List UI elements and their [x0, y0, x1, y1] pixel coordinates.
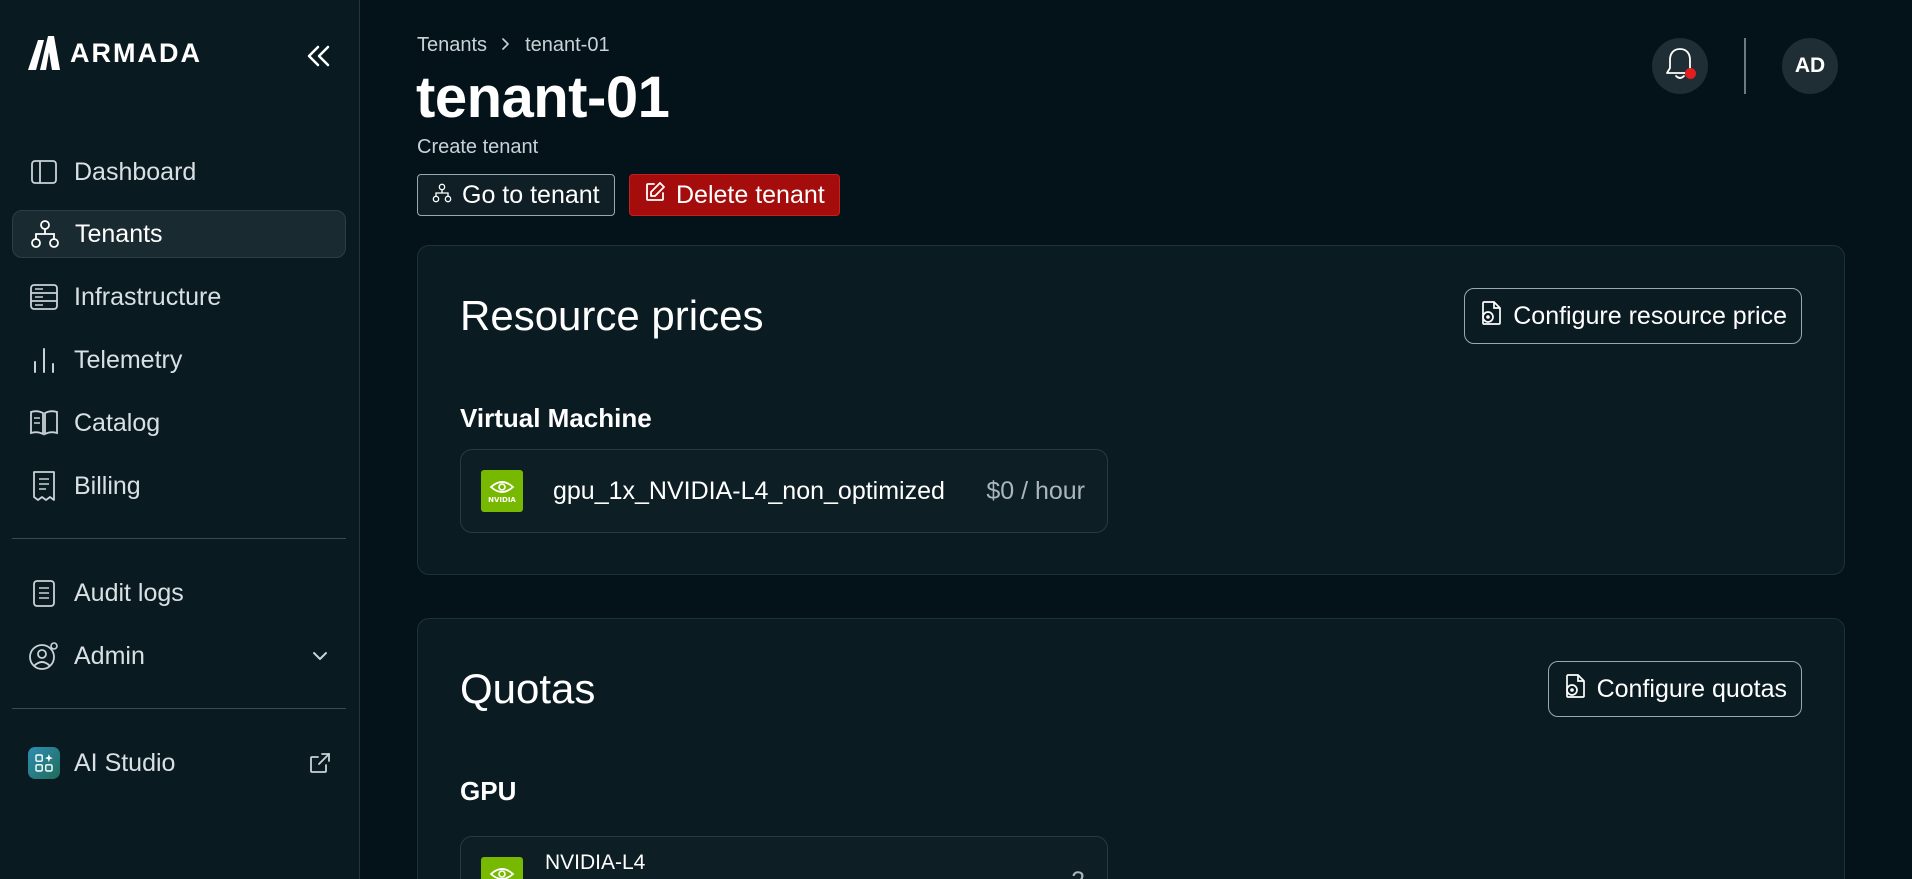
notification-badge: [1685, 68, 1696, 79]
sidebar-item-audit-logs[interactable]: Audit logs: [12, 569, 346, 617]
virtual-machine-heading: Virtual Machine: [460, 403, 652, 433]
catalog-icon: [28, 407, 60, 439]
breadcrumb-link-tenants[interactable]: Tenants: [417, 34, 487, 57]
brand-logo[interactable]: ARMADA: [26, 34, 202, 72]
sidebar-item-label: Infrastructure: [74, 282, 222, 311]
resource-price: $0 / hour: [986, 477, 1085, 505]
page-subtitle: Create tenant: [417, 136, 539, 158]
gpu-heading: GPU: [460, 776, 517, 806]
sidebar-item-tenants[interactable]: Tenants: [12, 210, 346, 258]
configure-quotas-label: Configure quotas: [1596, 674, 1787, 703]
user-avatar[interactable]: AD: [1782, 38, 1838, 94]
breadcrumb-current: tenant-01: [525, 34, 610, 56]
chevron-right-icon: [501, 34, 511, 57]
ai-studio-icon: [28, 747, 60, 779]
quota-name: NVIDIA-L4: [545, 851, 646, 874]
resource-prices-title: Resource prices: [460, 292, 764, 339]
dashboard-icon: [28, 156, 60, 188]
tenants-icon: [29, 218, 61, 250]
breadcrumb: Tenants tenant-01: [417, 34, 610, 57]
edit-icon: [644, 181, 666, 210]
telemetry-icon: [28, 344, 60, 376]
sidebar-item-label: AI Studio: [74, 748, 176, 777]
resource-price-item[interactable]: NVIDIA gpu_1x_NVIDIA-L4_non_optimized $0…: [460, 449, 1108, 533]
sidebar-item-label: Tenants: [75, 219, 163, 248]
sidebar-item-label: Audit logs: [74, 578, 184, 607]
sidebar-item-label: Catalog: [74, 408, 161, 437]
file-settings-icon: [1479, 300, 1503, 333]
go-to-tenant-label: Go to tenant: [462, 180, 600, 209]
billing-icon: [28, 470, 60, 502]
configure-resource-price-label: Configure resource price: [1513, 301, 1787, 330]
external-link-icon: [306, 749, 334, 777]
file-settings-icon: [1563, 673, 1587, 706]
sidebar: ARMADA Dashboard Tenants Infrastructure …: [0, 0, 360, 879]
nvidia-logo-icon: NVIDIA: [481, 857, 523, 879]
quota-item[interactable]: NVIDIA NVIDIA-L4 2: [460, 836, 1108, 879]
nvidia-logo-icon: NVIDIA: [481, 470, 523, 512]
sidebar-item-label: Telemetry: [74, 345, 183, 374]
sidebar-item-label: Admin: [74, 641, 145, 670]
configure-quotas-button[interactable]: Configure quotas: [1547, 661, 1802, 717]
delete-tenant-button[interactable]: Delete tenant: [629, 174, 840, 216]
header-divider: [1744, 38, 1746, 94]
armada-logo-icon: [28, 36, 60, 70]
brand-name: ARMADA: [70, 37, 202, 68]
sidebar-item-admin[interactable]: Admin: [12, 632, 346, 680]
configure-resource-price-button[interactable]: Configure resource price: [1464, 288, 1802, 344]
resource-name: gpu_1x_NVIDIA-L4_non_optimized: [553, 477, 945, 505]
sidebar-item-label: Dashboard: [74, 157, 197, 186]
sidebar-item-dashboard[interactable]: Dashboard: [12, 148, 346, 196]
sidebar-item-billing[interactable]: Billing: [12, 462, 346, 510]
quotas-title: Quotas: [460, 665, 596, 712]
app-root: ARMADA Dashboard Tenants Infrastructure …: [0, 0, 1912, 879]
sidebar-divider: [12, 708, 346, 709]
tenants-icon: [432, 181, 452, 210]
sidebar-divider: [12, 538, 346, 539]
sidebar-item-telemetry[interactable]: Telemetry: [12, 336, 346, 384]
chevron-down-icon: [306, 642, 334, 670]
admin-icon: [28, 640, 60, 672]
sidebar-item-ai-studio[interactable]: AI Studio: [12, 739, 346, 787]
page-title: tenant-01: [416, 65, 670, 130]
audit-logs-icon: [28, 577, 60, 609]
quota-value: 2: [1071, 867, 1085, 879]
resource-prices-card: Resource prices Configure resource price…: [417, 245, 1845, 575]
infrastructure-icon: [28, 281, 60, 313]
sidebar-item-catalog[interactable]: Catalog: [12, 399, 346, 447]
delete-tenant-label: Delete tenant: [676, 180, 825, 209]
quotas-card: Quotas Configure quotas GPU NVIDIA NVIDI…: [417, 618, 1845, 879]
sidebar-item-label: Billing: [74, 471, 141, 500]
sidebar-item-infrastructure[interactable]: Infrastructure: [12, 273, 346, 321]
notifications-button[interactable]: [1652, 38, 1708, 94]
double-chevron-left-icon: [307, 45, 330, 67]
collapse-sidebar-button[interactable]: [300, 38, 336, 74]
go-to-tenant-button[interactable]: Go to tenant: [417, 174, 615, 216]
bell-icon: [1664, 46, 1696, 87]
